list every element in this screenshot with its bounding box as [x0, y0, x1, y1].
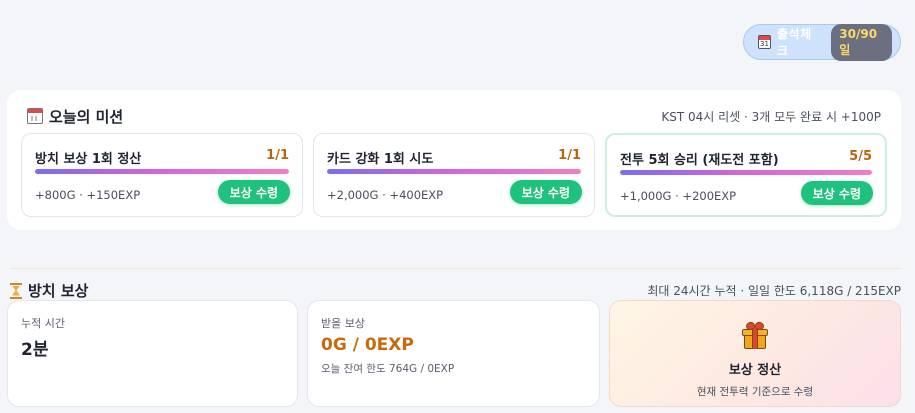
- mission-reward: +800G · +150EXP: [35, 188, 141, 202]
- idle-reward-title-text: 방치 보상: [28, 282, 89, 300]
- claim-reward-button[interactable]: 보상 수령: [800, 181, 873, 205]
- gift-icon: [742, 320, 768, 349]
- claim-reward-button[interactable]: 보상 수령: [217, 180, 290, 204]
- mission-progress-bar: [620, 170, 872, 175]
- pending-reward-value: 0G / 0EXP: [321, 335, 414, 355]
- mission-progress-fill: [327, 169, 581, 174]
- mission-reward: +2,000G · +400EXP: [327, 188, 444, 202]
- mission-card: 카드 강화 1회 시도 1/1 +2,000G · +400EXP 보상 수령: [313, 133, 595, 217]
- mission-progress-fill: [35, 169, 289, 174]
- mission-progress-bar: [327, 169, 581, 174]
- accumulated-time-label: 누적 시간: [21, 317, 65, 330]
- hourglass-icon: [10, 282, 22, 299]
- accumulated-time-card: 누적 시간 2분: [7, 300, 298, 407]
- mission-count: 5/5: [849, 149, 872, 164]
- mission-card: 전투 5회 승리 (재도전 포함) 5/5 +1,000G · +200EXP …: [605, 133, 887, 217]
- claim-idle-reward-button[interactable]: 보상 정산 현재 전투력 기준으로 수령: [609, 300, 901, 407]
- attendance-check-button[interactable]: 출석체크 30/90일: [743, 23, 901, 61]
- claim-title: 보상 정산: [728, 363, 782, 378]
- missions-title: 오늘의 미션: [27, 106, 123, 127]
- mission-count: 1/1: [558, 148, 581, 163]
- claim-reward-button[interactable]: 보상 수령: [509, 180, 582, 204]
- missions-title-text: 오늘의 미션: [49, 107, 124, 126]
- mission-name: 카드 강화 1회 시도: [327, 152, 434, 167]
- mission-name: 전투 5회 승리 (재도전 포함): [620, 153, 779, 168]
- mission-cards: 방치 보상 1회 정산 1/1 +800G · +150EXP 보상 수령 카드…: [21, 133, 887, 217]
- mission-progress-fill: [620, 170, 872, 175]
- daily-missions-panel: 오늘의 미션 KST 04시 리셋 · 3개 모두 완료 시 +100P 방치 …: [7, 90, 901, 230]
- accumulated-time-value: 2분: [21, 340, 49, 360]
- mission-progress-bar: [35, 169, 289, 174]
- attendance-label: 출석체크: [776, 27, 812, 58]
- calendar-icon: [27, 108, 43, 124]
- pending-reward-label: 받을 보상: [321, 317, 365, 330]
- mission-reward: +1,000G · +200EXP: [620, 189, 737, 203]
- pending-reward-card: 받을 보상 0G / 0EXP 오늘 잔여 한도 764G / 0EXP: [307, 300, 600, 407]
- calendar-icon: [758, 35, 771, 49]
- idle-reward-header: 방치 보상 최대 24시간 누적 · 일일 한도 6,118G / 215EXP: [10, 268, 901, 300]
- missions-header: 오늘의 미션 KST 04시 리셋 · 3개 모두 완료 시 +100P: [27, 106, 881, 126]
- idle-reward-title: 방치 보상: [10, 280, 88, 301]
- idle-reward-note: 최대 24시간 누적 · 일일 한도 6,118G / 215EXP: [647, 284, 901, 298]
- claim-subtitle: 현재 전투력 기준으로 수령: [696, 386, 814, 398]
- attendance-badge: 30/90일: [831, 23, 892, 61]
- mission-name: 방치 보상 1회 정산: [35, 152, 142, 167]
- missions-reset-note: KST 04시 리셋 · 3개 모두 완료 시 +100P: [661, 109, 881, 124]
- remaining-limit-text: 오늘 잔여 한도 764G / 0EXP: [321, 363, 455, 375]
- mission-count: 1/1: [266, 148, 289, 163]
- mission-card: 방치 보상 1회 정산 1/1 +800G · +150EXP 보상 수령: [21, 133, 303, 217]
